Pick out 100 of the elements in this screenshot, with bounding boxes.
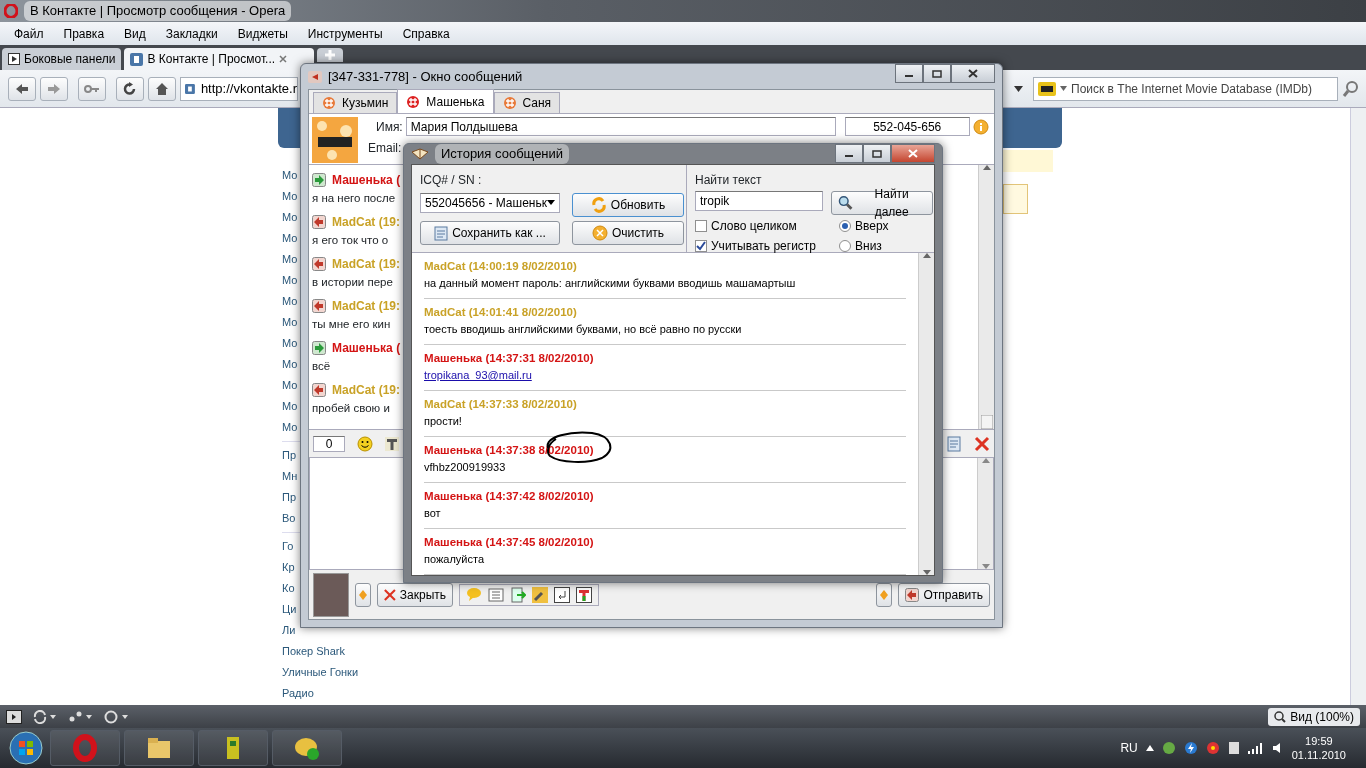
sidebar-link[interactable]: Покер Shark <box>282 641 345 662</box>
taskbar-app-button[interactable] <box>198 730 268 766</box>
checkbox[interactable]: Учитывать регистр <box>695 236 823 255</box>
message-text: ты мне его кин <box>312 317 391 332</box>
network-tray-icon[interactable] <box>1161 741 1176 755</box>
menu-item[interactable]: Инструменты <box>297 24 393 43</box>
smiley-icon[interactable] <box>357 435 373 452</box>
sidebar-link[interactable]: Мо <box>282 207 298 228</box>
sidebar-link[interactable]: Мо <box>282 354 298 375</box>
sidebar-link[interactable]: Во <box>282 508 296 529</box>
menu-item[interactable]: Закладки <box>155 24 228 43</box>
message-author: Машенька ( <box>332 172 401 189</box>
sidebar-link[interactable]: Кр <box>282 557 295 578</box>
browser-tab[interactable]: Боковые панели <box>2 48 122 70</box>
contact-tab[interactable]: Саня <box>493 92 561 113</box>
key-button[interactable] <box>78 76 106 101</box>
language-indicator[interactable]: RU <box>1120 739 1138 757</box>
start-button[interactable] <box>6 730 46 766</box>
device-tray-icon[interactable] <box>1227 741 1240 755</box>
sidebar-link[interactable]: Мо <box>282 312 298 333</box>
close-icon[interactable] <box>974 435 990 452</box>
sidebar-link[interactable]: Мо <box>282 228 298 249</box>
scrollbar[interactable] <box>1350 108 1366 705</box>
save-as-button[interactable]: Сохранить как ... <box>420 220 560 245</box>
clear-button[interactable]: Очистить <box>572 220 684 245</box>
menu-item[interactable]: Виджеты <box>227 24 298 43</box>
scrollbar[interactable] <box>918 252 934 575</box>
contact-dropdown[interactable]: 552045656 - Машеньк <box>420 192 560 213</box>
minimize-button[interactable] <box>835 144 863 163</box>
outgoing-arrow-icon <box>312 383 326 397</box>
new-tab-button[interactable] <box>317 48 344 62</box>
browser-tab[interactable]: В Контакте | Просмот... <box>124 48 315 70</box>
flower-tray-icon[interactable] <box>1205 741 1220 755</box>
zoom-button[interactable]: Вид (100%) <box>1268 707 1360 726</box>
search-icon[interactable] <box>1342 79 1360 98</box>
sidebar-link[interactable]: Пр <box>282 445 297 466</box>
sidebar-link[interactable]: Мо <box>282 186 298 207</box>
sidebar-link[interactable]: Мо <box>282 165 298 186</box>
sidebar-link[interactable]: Радио <box>282 683 314 704</box>
back-button[interactable] <box>8 76 36 101</box>
sidebar-link[interactable]: Мн <box>282 466 298 487</box>
maximize-button[interactable] <box>863 144 891 163</box>
contact-tab[interactable]: Кузьмин <box>313 92 398 113</box>
sidebar-link[interactable]: Ли <box>282 620 296 641</box>
options-button[interactable] <box>355 582 371 607</box>
tray-expand-icon[interactable] <box>1145 745 1154 751</box>
font-icon[interactable] <box>385 436 399 451</box>
sidebar-link[interactable]: Мо <box>282 333 298 354</box>
sidebar-link[interactable]: Мо <box>282 417 298 438</box>
radio-button[interactable]: Вниз <box>839 236 933 255</box>
sidebar-link[interactable]: Мо <box>282 375 298 396</box>
sidebar-link[interactable]: Го <box>282 536 294 557</box>
home-button[interactable] <box>148 76 176 101</box>
sidebar-link[interactable]: Пр <box>282 487 297 508</box>
close-button[interactable] <box>891 144 935 163</box>
reload-button[interactable] <box>116 76 144 101</box>
refresh-button[interactable]: Обновить <box>572 192 684 217</box>
x <box>359 589 367 600</box>
menu-item[interactable]: Правка <box>53 24 115 43</box>
minimize-button[interactable] <box>895 64 923 83</box>
contact-tab[interactable]: Машенька <box>397 89 494 113</box>
taskbar-app-button[interactable] <box>272 730 342 766</box>
field-label: Имя: <box>376 118 403 136</box>
options-button[interactable] <box>876 582 893 607</box>
address-field[interactable]: http://vkontakte.r <box>180 76 298 101</box>
taskbar-app-button[interactable] <box>124 730 194 766</box>
menu-item[interactable]: Справка <box>392 24 460 43</box>
sidebar-link[interactable]: Мо <box>282 396 298 417</box>
search-field[interactable]: Поиск в The Internet Movie Database (IMDb) <box>1033 76 1338 101</box>
email-link[interactable]: tropikana_93@mail.ru <box>424 367 532 384</box>
send-button[interactable]: Отправить <box>898 582 990 607</box>
close-chat-button[interactable]: Закрыть <box>377 582 453 607</box>
x <box>838 194 854 211</box>
name-field[interactable]: Мария Полдышева <box>405 117 836 136</box>
scrollbar[interactable] <box>978 165 994 429</box>
sidebar-link[interactable]: Мо <box>282 270 298 291</box>
menu-item[interactable]: Файл <box>4 24 54 43</box>
turbo-icon[interactable] <box>104 709 130 724</box>
scrollbar[interactable] <box>977 458 993 569</box>
checkbox[interactable]: Слово целиком <box>695 216 823 235</box>
incoming-arrow-icon <box>312 341 326 355</box>
sidebar-link[interactable]: Мо <box>282 249 298 270</box>
address-dropdown-icon[interactable] <box>1014 85 1023 92</box>
enter-key-icon[interactable] <box>554 586 570 603</box>
find-text-field[interactable]: tropik <box>695 190 823 211</box>
uin-field[interactable]: 552-045-656 <box>844 117 970 136</box>
color-font-icon[interactable] <box>576 586 592 603</box>
sidebar-link[interactable]: Мо <box>282 291 298 312</box>
sidebar-link[interactable]: Уличные Гонки <box>282 662 359 683</box>
sidebar-link[interactable]: Ци <box>282 599 297 620</box>
bolt-tray-icon[interactable] <box>1183 741 1198 755</box>
menu-item[interactable]: Вид <box>114 24 156 43</box>
maximize-button[interactable] <box>923 64 951 83</box>
sidebar-link[interactable]: Ко <box>282 578 295 599</box>
list-icon[interactable] <box>488 586 504 603</box>
signal-tray-icon[interactable] <box>1247 742 1264 754</box>
unite-icon[interactable] <box>68 709 94 724</box>
close-button[interactable] <box>951 64 995 83</box>
sync-icon[interactable] <box>32 709 58 724</box>
panel-toggle-icon[interactable] <box>6 709 22 724</box>
